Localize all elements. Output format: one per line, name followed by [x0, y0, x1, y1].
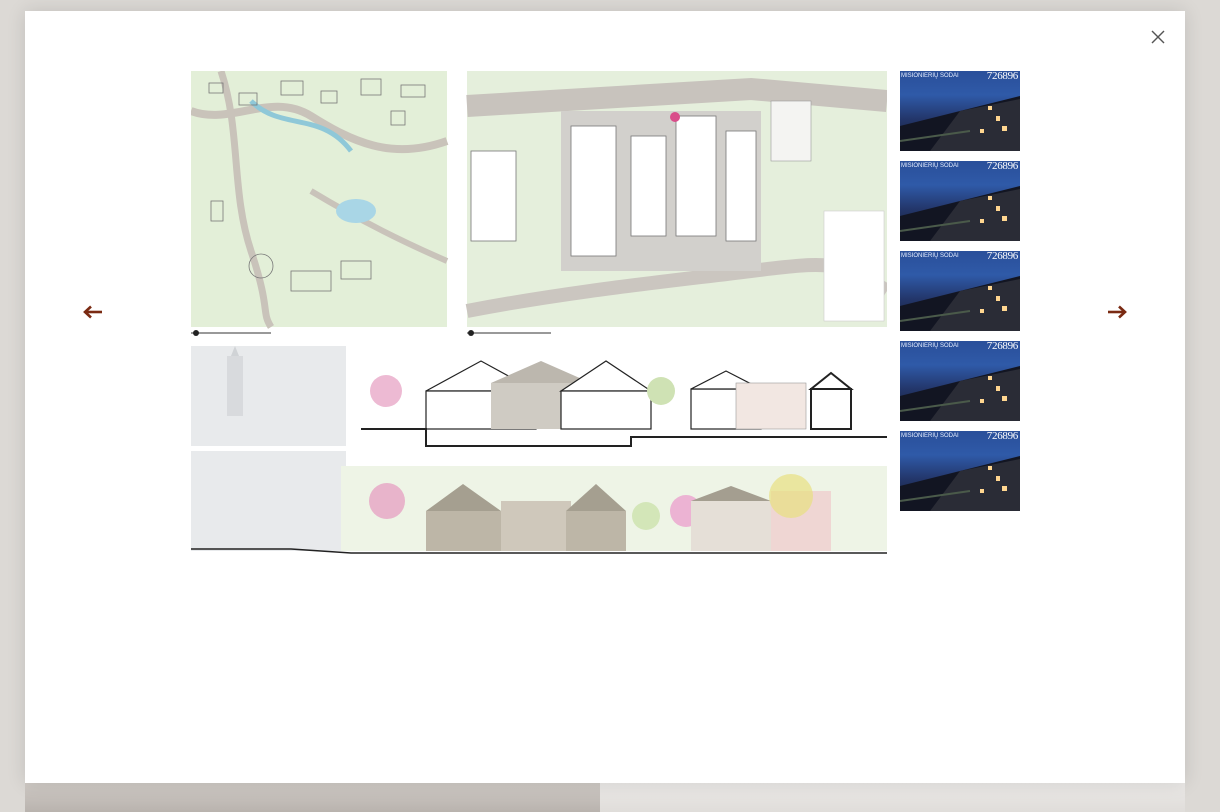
thumbnail[interactable]: MISIONIERIŲ SODAI 726896 [900, 71, 1020, 151]
background-image-left [25, 783, 600, 812]
thumbnail-number: 726896 [986, 71, 1019, 82]
thumbnail-strip: MISIONIERIŲ SODAI 726896 MISIONIERIŲ SOD… [900, 71, 1020, 521]
night-render-image [900, 366, 1020, 421]
building-section-top [191, 346, 887, 447]
site-map-left [191, 71, 449, 336]
thumbnail[interactable]: MISIONIERIŲ SODAI 726896 [900, 251, 1020, 331]
previous-button[interactable] [82, 303, 104, 321]
close-button[interactable] [1149, 28, 1167, 46]
thumbnail-number: 726896 [986, 161, 1019, 172]
night-render-image [900, 456, 1020, 511]
thumbnail[interactable]: MISIONIERIŲ SODAI 726896 [900, 341, 1020, 421]
arrow-right-icon [1108, 305, 1127, 319]
site-plan-right [465, 71, 887, 336]
night-render-image [900, 276, 1020, 331]
main-image [191, 71, 887, 554]
thumbnail[interactable]: MISIONIERIŲ SODAI 726896 [900, 431, 1020, 511]
background-image-right [600, 783, 1185, 812]
thumbnail-number: 726896 [986, 251, 1019, 262]
next-button[interactable] [1106, 303, 1128, 321]
thumbnail-number: 726896 [986, 431, 1019, 442]
building-section-bottom [191, 451, 887, 554]
architecture-sheet-graphic [191, 71, 887, 554]
thumbnail-number: 726896 [986, 341, 1019, 352]
lightbox-modal: MISIONIERIŲ SODAI 726896 MISIONIERIŲ SOD… [25, 11, 1185, 783]
close-icon [1151, 30, 1165, 44]
arrow-left-icon [83, 305, 102, 319]
thumbnail[interactable]: MISIONIERIŲ SODAI 726896 [900, 161, 1020, 241]
night-render-image [900, 96, 1020, 151]
night-render-image [900, 186, 1020, 241]
